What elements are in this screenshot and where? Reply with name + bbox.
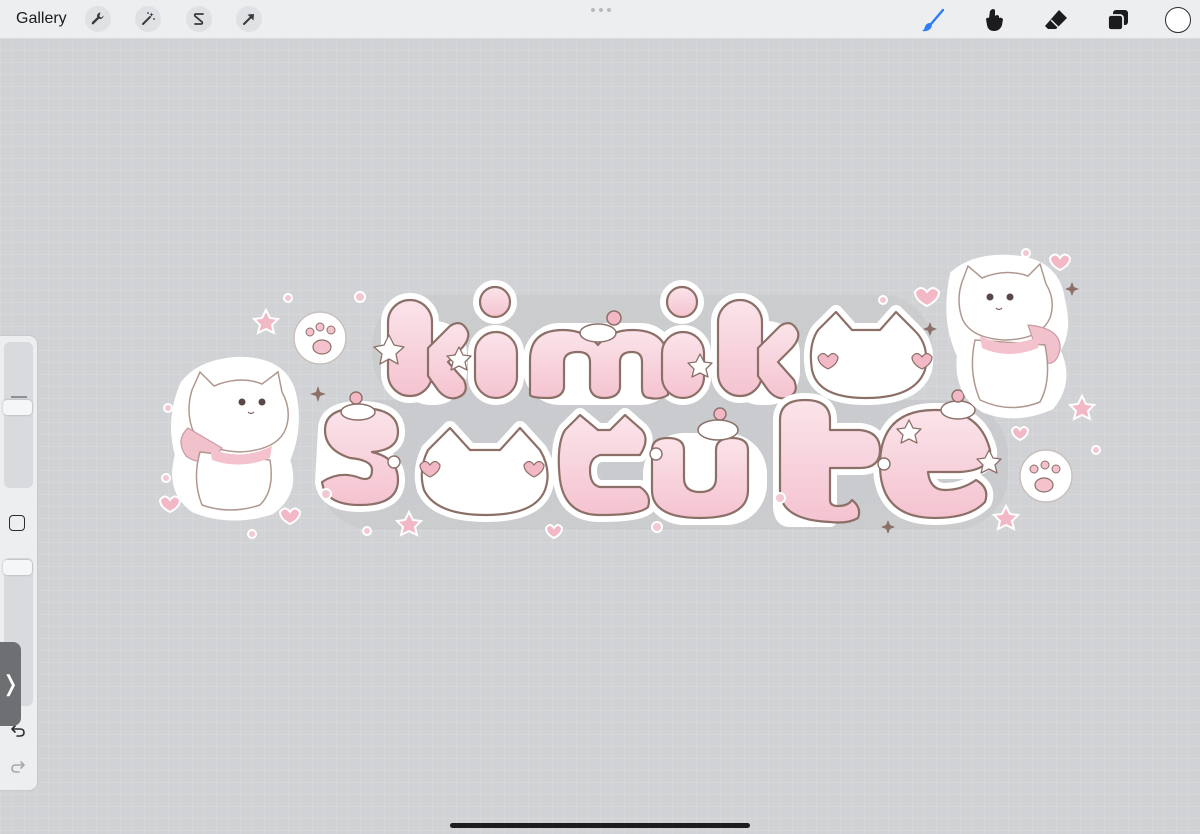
layers-button[interactable] — [1104, 6, 1132, 34]
eraser-icon — [1045, 10, 1067, 29]
top-toolbar: Gallery — [0, 0, 1200, 39]
brush-icon — [922, 8, 945, 32]
sidebar-toggle-handle[interactable]: ❭ — [0, 642, 21, 726]
size-marker — [11, 396, 27, 398]
gallery-button[interactable]: Gallery — [16, 10, 67, 28]
arrow-cursor-icon — [243, 14, 254, 25]
transform-button[interactable] — [236, 6, 262, 32]
toolbar-grabber[interactable] — [591, 8, 611, 12]
eraser-tool-button[interactable] — [1042, 6, 1070, 34]
artwork — [158, 248, 1101, 540]
magic-wand-icon — [142, 12, 155, 25]
smudge-tool-button[interactable] — [981, 6, 1009, 34]
modify-button[interactable] — [9, 515, 25, 531]
redo-icon — [11, 761, 25, 773]
actions-button[interactable] — [85, 6, 111, 32]
redo-button[interactable] — [8, 756, 28, 776]
home-indicator[interactable] — [450, 823, 750, 828]
adjustments-button[interactable] — [135, 6, 161, 32]
paw-print-right — [1019, 449, 1073, 503]
brush-size-thumb[interactable] — [3, 400, 32, 415]
color-picker-button[interactable] — [1165, 7, 1191, 33]
cat-illustration-left — [171, 356, 299, 521]
layers-icon — [1107, 10, 1128, 31]
chevron-right-icon: ❭ — [1, 671, 20, 696]
brush-size-slider[interactable] — [4, 342, 33, 488]
selection-button[interactable] — [186, 6, 212, 32]
cat-illustration-right — [946, 254, 1069, 419]
opacity-thumb[interactable] — [3, 560, 32, 575]
selection-icon — [193, 13, 204, 25]
paw-print-left — [293, 311, 347, 365]
brush-tool-button[interactable] — [919, 6, 947, 34]
smudge-icon — [986, 9, 1003, 31]
wrench-icon — [91, 12, 104, 25]
